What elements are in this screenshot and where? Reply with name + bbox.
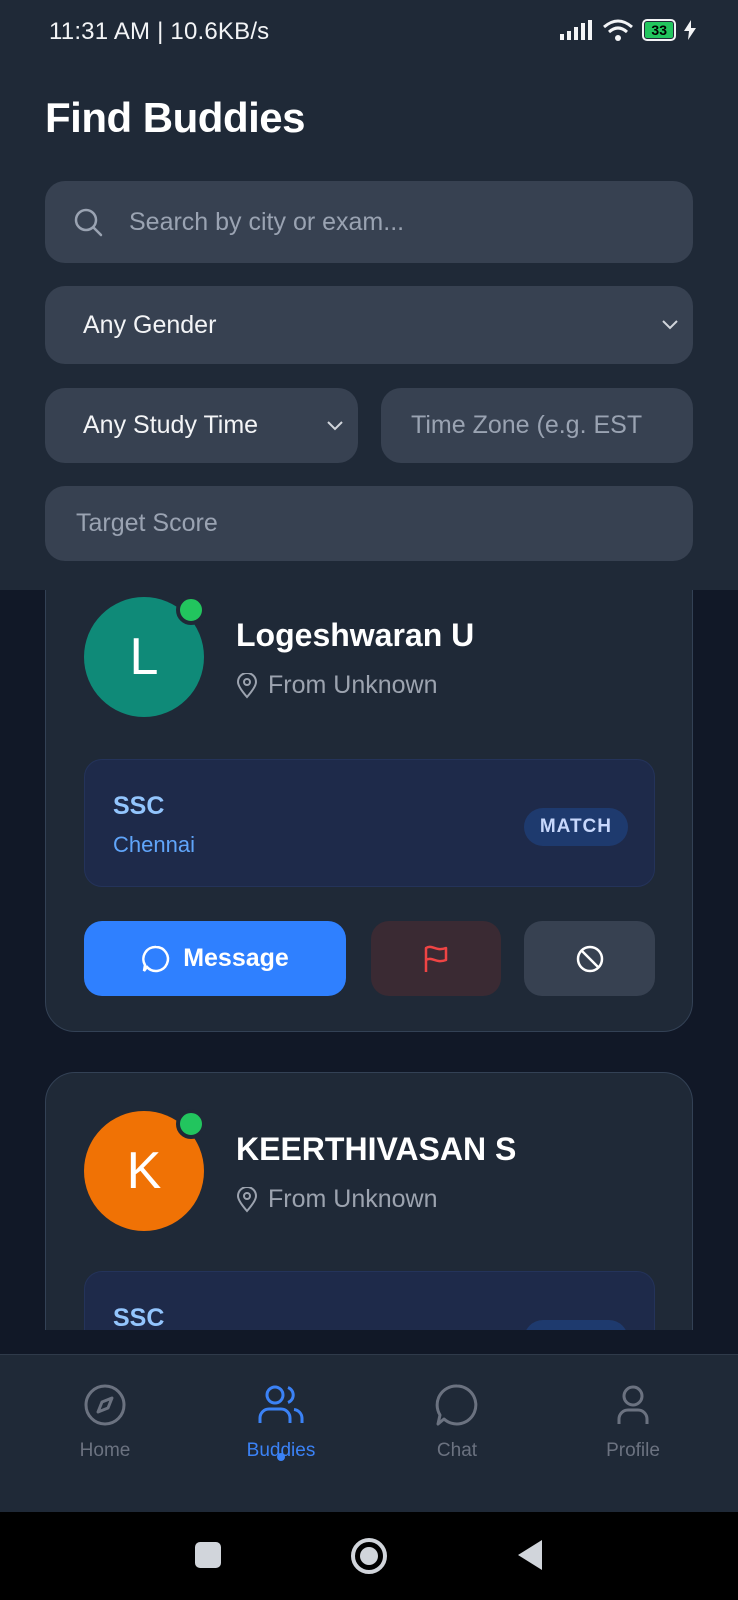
user-icon — [617, 1385, 649, 1424]
map-pin-icon — [236, 1186, 258, 1213]
wifi-icon — [603, 19, 634, 41]
exam-info: SSC Chennai MATCH — [84, 759, 655, 887]
timezone-placeholder: Time Zone (e.g. EST — [411, 411, 643, 439]
message-button-label: Message — [183, 944, 289, 972]
avatar-initial: L — [129, 628, 159, 686]
signal-icon — [560, 20, 593, 40]
exam-name: SSC — [113, 792, 165, 820]
exam-city: Chennai — [113, 832, 195, 857]
online-indicator — [176, 595, 206, 625]
compass-icon — [84, 1384, 126, 1426]
nav-item-profile[interactable]: Profile — [573, 1383, 693, 1462]
users-icon — [258, 1385, 304, 1423]
buddy-name: Logeshwaran U — [236, 617, 475, 653]
block-icon — [576, 945, 603, 972]
status-icons: 33 — [560, 18, 696, 42]
message-button[interactable]: Message — [84, 921, 346, 996]
buddy-location: From Unknown — [236, 1185, 438, 1214]
buddy-name: KEERTHIVASAN S — [236, 1131, 517, 1167]
buddy-location: From Unknown — [236, 671, 438, 700]
online-indicator — [176, 1109, 206, 1139]
block-button[interactable] — [524, 921, 655, 996]
gender-value: Any Gender — [83, 310, 217, 339]
home-button-icon[interactable] — [350, 1537, 388, 1575]
study-time-select[interactable]: Any Study Time — [45, 388, 358, 463]
battery-icon: 33 — [642, 19, 676, 41]
avatar-initial: K — [126, 1142, 162, 1200]
header: 11:31 AM | 10.6KB/s 33 Find Buddies Sear… — [0, 0, 738, 590]
charging-icon — [684, 20, 696, 40]
buddy-card: K KEERTHIVASAN S From Unknown SSC MATCH — [45, 1072, 693, 1330]
match-badge: MATCH — [523, 808, 628, 846]
avatar[interactable]: K — [84, 1109, 206, 1231]
target-score-input[interactable]: Target Score — [45, 486, 693, 561]
bottom-nav: Home Buddies Chat Profile — [0, 1354, 738, 1513]
study-time-value: Any Study Time — [83, 411, 259, 439]
nav-item-home[interactable]: Home — [45, 1383, 165, 1462]
recent-apps-icon[interactable] — [194, 1541, 222, 1569]
map-pin-icon — [236, 672, 258, 699]
search-input[interactable]: Search by city or exam... — [45, 181, 693, 263]
timezone-input[interactable]: Time Zone (e.g. EST — [381, 388, 693, 463]
flag-icon — [424, 945, 448, 972]
search-placeholder: Search by city or exam... — [129, 207, 405, 236]
active-indicator — [277, 1453, 285, 1461]
nav-label-home: Home — [79, 1440, 131, 1461]
match-badge: MATCH — [523, 1320, 628, 1330]
message-icon — [142, 945, 170, 972]
status-time: 11:31 AM | 10.6KB/s — [49, 18, 270, 45]
buddy-list[interactable]: L Logeshwaran U From Unknown SSC Chennai… — [0, 590, 738, 1330]
report-button[interactable] — [371, 921, 501, 996]
search-icon — [74, 208, 103, 237]
system-nav-bar — [0, 1512, 738, 1600]
nav-item-chat[interactable]: Chat — [397, 1383, 517, 1462]
chat-bubble-icon — [435, 1384, 478, 1426]
buddy-card: L Logeshwaran U From Unknown SSC Chennai… — [45, 590, 693, 1032]
nav-label-profile: Profile — [606, 1440, 660, 1461]
chevron-down-icon — [327, 420, 343, 430]
gender-select[interactable]: Any Gender — [45, 286, 693, 364]
avatar[interactable]: L — [84, 595, 206, 717]
exam-name: SSC — [113, 1304, 165, 1330]
exam-info: SSC MATCH — [84, 1271, 655, 1330]
nav-label-chat: Chat — [436, 1440, 478, 1461]
chevron-down-icon — [662, 320, 678, 330]
page-title: Find Buddies — [45, 94, 306, 141]
target-score-placeholder: Target Score — [76, 509, 218, 537]
nav-item-buddies[interactable]: Buddies — [221, 1383, 341, 1462]
back-icon[interactable] — [516, 1538, 544, 1572]
